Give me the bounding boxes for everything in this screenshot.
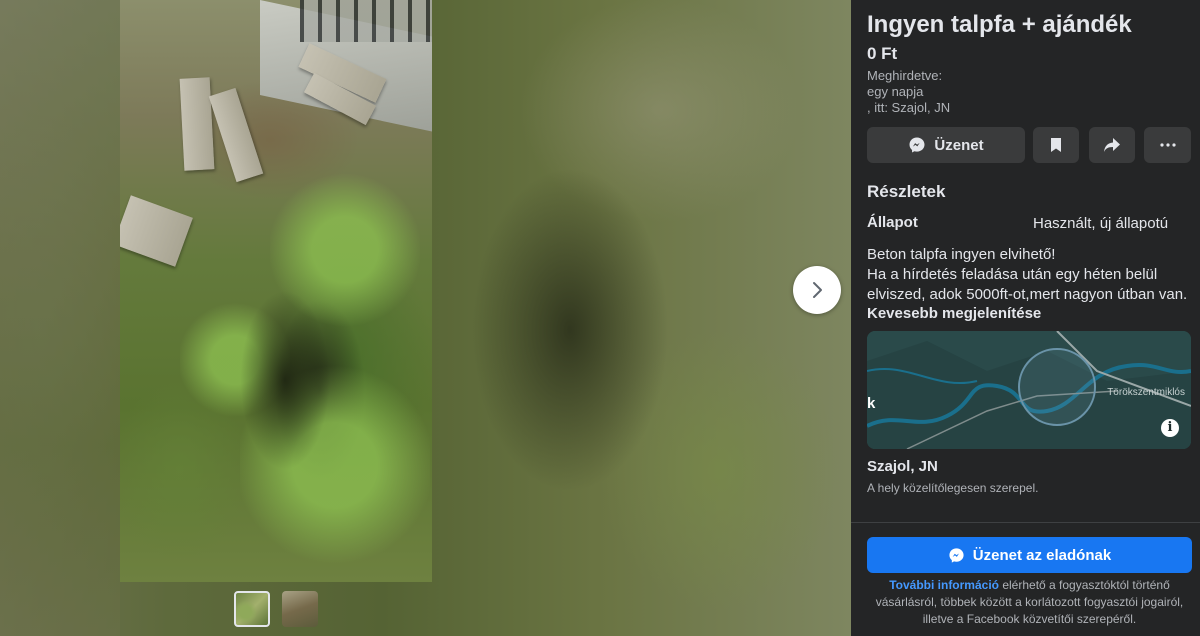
thumbnail-2[interactable] [282, 591, 318, 627]
message-button[interactable]: Üzenet [867, 127, 1025, 163]
listing-panel: Ingyen talpfa + ajándék 0 Ft Meghirdetve… [851, 0, 1200, 636]
message-button-label: Üzenet [934, 136, 984, 154]
message-seller-button[interactable]: Üzenet az eladónak [867, 537, 1192, 573]
location-map[interactable]: k Törökszentmiklós i [867, 331, 1191, 449]
details-heading: Részletek [867, 182, 946, 201]
map-town-label: Törökszentmiklós [1107, 387, 1185, 398]
message-seller-label: Üzenet az eladónak [972, 546, 1112, 564]
blurred-background [0, 0, 120, 636]
info-icon[interactable]: i [1161, 419, 1179, 437]
thumbnail-1[interactable] [234, 591, 270, 627]
photo-person-shadow [240, 290, 330, 470]
media-viewer [0, 0, 851, 636]
share-icon [1103, 137, 1121, 153]
condition-label: Állapot [867, 214, 918, 231]
location-note: A hely közelítőlegesen szerepel. [867, 481, 1039, 495]
location-name: Szajol, JN [867, 458, 938, 475]
more-info-link[interactable]: További információ [889, 578, 999, 592]
listed-location: , itt: Szajol, JN [867, 100, 951, 115]
listing-price: 0 Ft [867, 44, 898, 63]
photo-concrete-sleeper [208, 87, 264, 183]
more-icon [1159, 143, 1176, 147]
description-line: Ha a hírdetés feladása után egy héten be… [867, 266, 1158, 283]
map-edge-label: k [867, 395, 876, 412]
share-button[interactable] [1089, 127, 1135, 163]
listing-details-scroll[interactable]: Ingyen talpfa + ajándék 0 Ft Meghirdetve… [851, 0, 1200, 523]
next-photo-button[interactable] [793, 266, 841, 314]
bookmark-icon [1049, 137, 1063, 153]
listing-title: Ingyen talpfa + ajándék [867, 11, 1132, 38]
listed-time: egy napja [867, 84, 924, 99]
messenger-icon [948, 547, 965, 564]
chevron-right-icon [807, 280, 827, 300]
condition-value: Használt, új állapotú [1033, 215, 1169, 232]
photo-concrete-sleeper [179, 77, 215, 171]
listing-photo[interactable] [120, 0, 432, 582]
description-line: elviszed, adok 5000ft-ot,mert nagyon útb… [867, 286, 1188, 303]
thumbnail-strip [234, 591, 318, 627]
save-button[interactable] [1033, 127, 1079, 163]
see-less-link[interactable]: Kevesebb megjelenítése [867, 305, 1041, 322]
photo-fence [300, 0, 432, 42]
consumer-info-note: További információ elérhető a fogyasztók… [867, 577, 1192, 628]
more-options-button[interactable] [1144, 127, 1191, 163]
description-line: Beton talpfa ingyen elvihető! [867, 246, 1056, 263]
photo-concrete-sleeper [120, 195, 193, 267]
messenger-icon [908, 136, 926, 154]
listed-label: Meghirdetve: [867, 68, 943, 83]
